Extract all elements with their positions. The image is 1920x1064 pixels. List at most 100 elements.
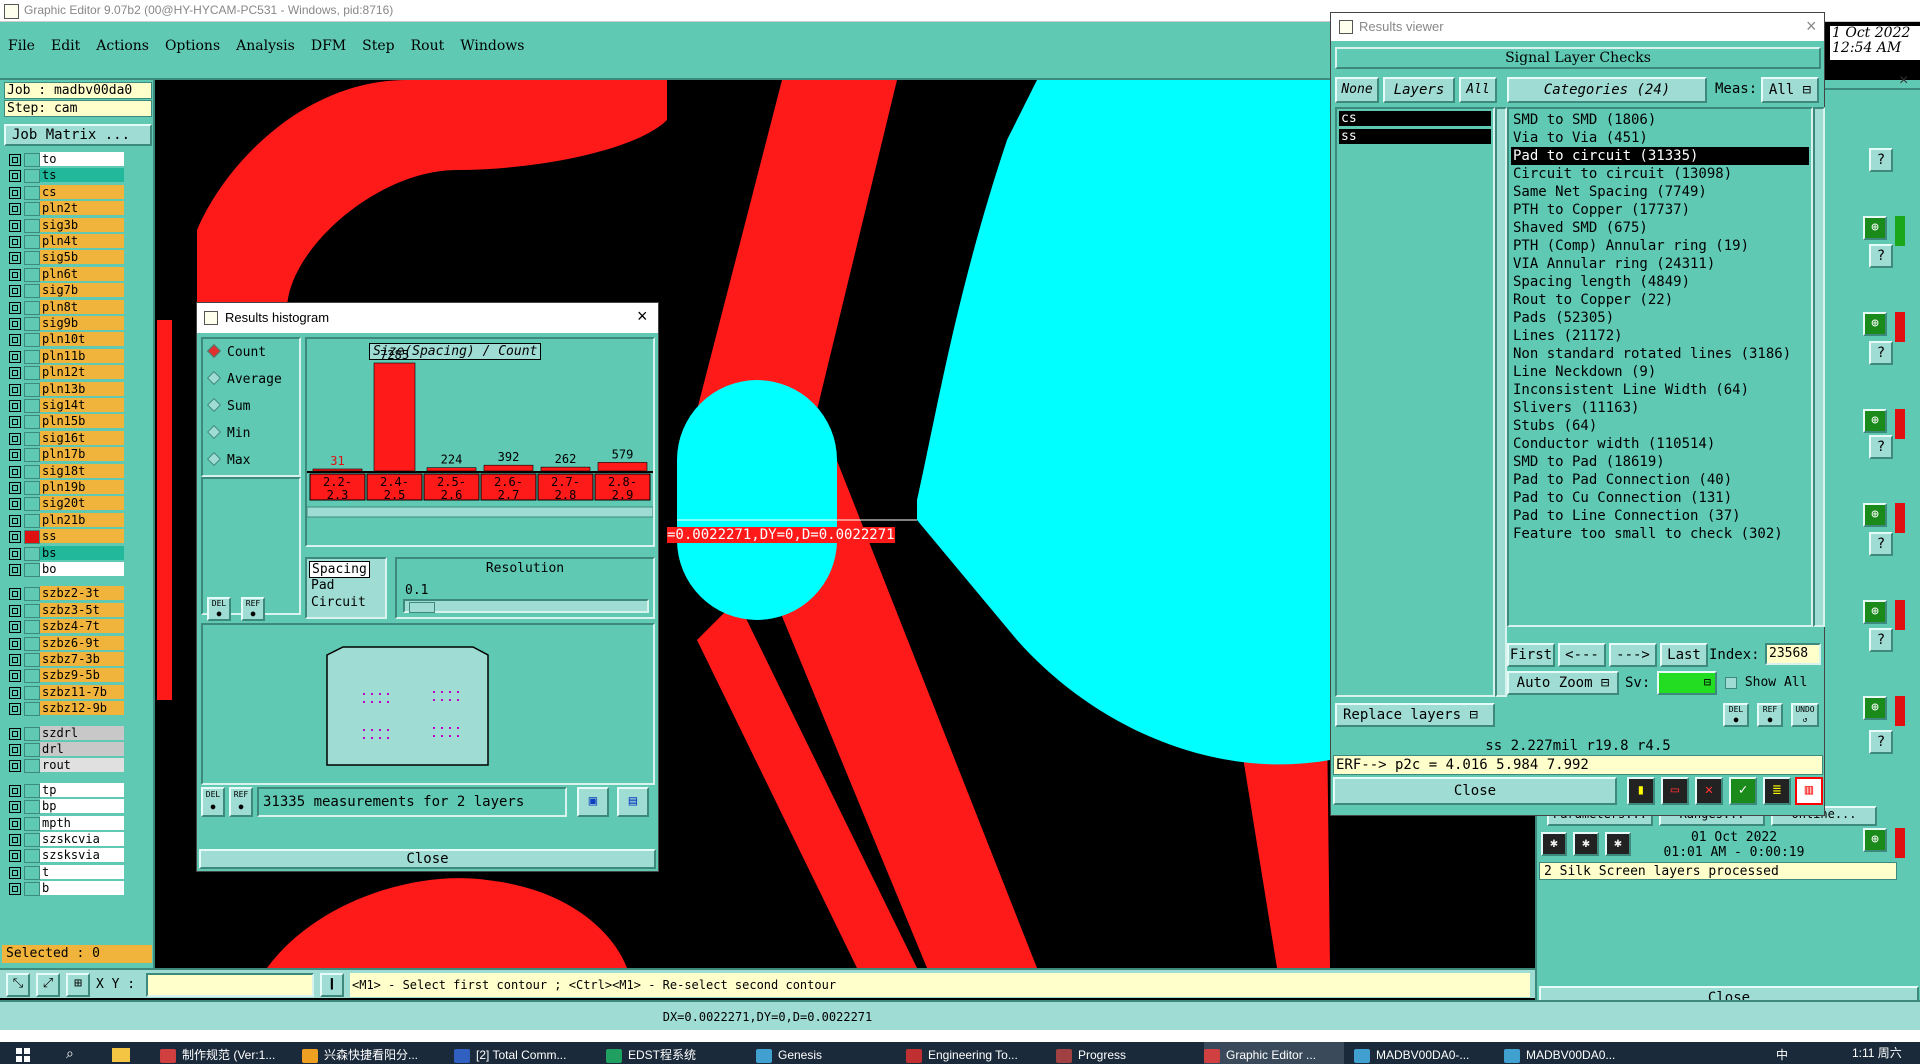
help-icon[interactable]: ? bbox=[1869, 628, 1893, 652]
layer-checkbox[interactable] bbox=[9, 318, 21, 330]
layer-checkbox[interactable] bbox=[9, 252, 21, 265]
layer-checkbox[interactable] bbox=[9, 670, 21, 683]
nav-button-0[interactable]: First bbox=[1507, 643, 1555, 667]
layer-checkbox[interactable] bbox=[9, 588, 21, 601]
layer-row-cs[interactable]: cs bbox=[6, 184, 124, 200]
export-list-icon[interactable]: ▤ bbox=[617, 787, 649, 817]
index-input[interactable]: 23568 bbox=[1765, 643, 1821, 665]
category-item[interactable]: Via to Via (451) bbox=[1511, 129, 1648, 147]
menu-analysis[interactable]: Analysis bbox=[236, 38, 295, 54]
layer-checkbox[interactable] bbox=[9, 154, 21, 166]
layer-select-list[interactable]: cs ss bbox=[1335, 107, 1495, 697]
layer-row-sig3b[interactable]: sig3b bbox=[6, 217, 124, 233]
layer-row-bs[interactable]: bs bbox=[6, 545, 124, 561]
layer-row-drl[interactable]: drl bbox=[6, 742, 124, 757]
taskbar-app[interactable]: 兴森快捷看阳分... bbox=[302, 1042, 442, 1064]
resolution-slider[interactable] bbox=[403, 599, 649, 613]
layer-row-pln8t[interactable]: pln8t bbox=[6, 299, 124, 315]
layer-checkbox[interactable] bbox=[9, 817, 21, 830]
ime-indicator[interactable]: 中 bbox=[1776, 1046, 1788, 1063]
histogram-del-button[interactable]: DEL ● bbox=[207, 597, 231, 621]
layer-row-szbz2-3t[interactable]: szbz2-3t bbox=[6, 586, 124, 602]
layer-checkbox[interactable] bbox=[9, 866, 21, 879]
viewer-undo-button[interactable]: UNDO ↺ bbox=[1791, 703, 1819, 727]
category-item[interactable]: Rout to Copper (22) bbox=[1511, 291, 1673, 309]
layer-row-b[interactable]: b bbox=[6, 881, 124, 897]
category-item[interactable]: Conductor width (110514) bbox=[1511, 435, 1715, 453]
taskbar-app[interactable]: Graphic Editor ... bbox=[1204, 1042, 1344, 1064]
viewer-close-icon[interactable]: × bbox=[1806, 16, 1817, 37]
layer-checkbox[interactable] bbox=[9, 219, 21, 232]
histogram-close-icon[interactable]: × bbox=[637, 306, 648, 327]
layer-row-tp[interactable]: tp bbox=[6, 782, 124, 798]
run-action-icon[interactable]: ✱ bbox=[1541, 832, 1567, 856]
layer-list-scrollbar[interactable] bbox=[1495, 107, 1507, 697]
category-item[interactable]: Lines (21172) bbox=[1511, 327, 1623, 345]
layer-checkbox[interactable] bbox=[9, 482, 21, 494]
layer-row-ts[interactable]: ts bbox=[6, 168, 124, 184]
menu-step[interactable]: Step bbox=[362, 38, 394, 54]
run-action-icon[interactable]: ✱ bbox=[1573, 832, 1599, 856]
layer-row-pln15b[interactable]: pln15b bbox=[6, 414, 124, 430]
layer-row-pln19b[interactable]: pln19b bbox=[6, 480, 124, 495]
layer-checkbox[interactable] bbox=[9, 703, 21, 716]
menu-windows[interactable]: Windows bbox=[460, 38, 524, 54]
back-panel-close-x[interactable]: × bbox=[1899, 72, 1908, 90]
layer-checkbox[interactable] bbox=[9, 547, 21, 560]
histogram-bar[interactable] bbox=[312, 468, 363, 472]
zoom-icon[interactable]: ⊕ bbox=[1863, 409, 1887, 433]
taskbar-app[interactable]: Progress bbox=[1056, 1042, 1196, 1064]
category-item[interactable]: Line Neckdown (9) bbox=[1511, 363, 1656, 381]
layer-row-sig5b[interactable]: sig5b bbox=[6, 250, 124, 266]
nav-button-3[interactable]: Last bbox=[1660, 643, 1708, 667]
highlight-icon[interactable]: ▮ bbox=[1627, 777, 1655, 805]
mode-radio-max[interactable]: Max bbox=[206, 451, 250, 471]
layer-row-szbz12-9b[interactable]: szbz12-9b bbox=[6, 701, 124, 717]
category-list[interactable]: SMD to SMD (1806) Via to Via (451) Pad to … bbox=[1507, 107, 1813, 627]
viewer-del-button[interactable]: DEL ● bbox=[1723, 703, 1749, 727]
category-item[interactable]: Circuit to circuit (13098) bbox=[1511, 165, 1732, 183]
category-item[interactable]: Inconsistent Line Width (64) bbox=[1511, 381, 1749, 399]
layer-checkbox[interactable] bbox=[9, 564, 21, 576]
layer-checkbox[interactable] bbox=[9, 186, 21, 199]
menu-actions[interactable]: Actions bbox=[96, 38, 149, 54]
layers-none-button[interactable]: None bbox=[1335, 77, 1379, 103]
category-scrollbar[interactable] bbox=[1813, 107, 1825, 627]
preview-del-button[interactable]: DEL ● bbox=[201, 787, 225, 817]
search-icon[interactable]: ⌕ bbox=[66, 1046, 74, 1062]
layer-checkbox[interactable] bbox=[9, 850, 21, 863]
help-icon[interactable]: ? bbox=[1869, 148, 1893, 172]
category-item[interactable]: Pad to Pad Connection (40) bbox=[1511, 471, 1732, 489]
xy-input[interactable] bbox=[146, 973, 314, 997]
layers-all-button[interactable]: All bbox=[1459, 77, 1497, 103]
histogram-close-button[interactable]: Close bbox=[199, 849, 656, 869]
preview-ref-button[interactable]: REF ● bbox=[229, 787, 253, 817]
category-item[interactable]: Feature too small to check (302) bbox=[1511, 525, 1783, 543]
layer-checkbox[interactable] bbox=[9, 203, 21, 216]
measure-type-item[interactable]: Pad bbox=[309, 578, 336, 593]
taskbar-app[interactable]: [2] Total Comm... bbox=[454, 1042, 594, 1064]
layer-checkbox[interactable] bbox=[9, 637, 21, 650]
tool-icon-3[interactable]: ⊞ bbox=[66, 973, 90, 997]
layer-row-szbz3-5t[interactable]: szbz3-5t bbox=[6, 602, 124, 618]
taskbar-app[interactable]: 制作规范 (Ver:1... bbox=[160, 1042, 300, 1064]
report-icon[interactable]: ≣ bbox=[1763, 777, 1791, 805]
category-item[interactable]: Pad to Line Connection (37) bbox=[1511, 507, 1741, 525]
layer-checkbox[interactable] bbox=[9, 236, 21, 248]
category-item[interactable]: SMD to Pad (18619) bbox=[1511, 453, 1665, 471]
mode-radio-min[interactable]: Min bbox=[206, 424, 250, 444]
taskbar-app[interactable]: Genesis bbox=[756, 1042, 896, 1064]
zoom-icon[interactable]: ⊕ bbox=[1863, 600, 1887, 624]
category-item[interactable]: Pad to Cu Connection (131) bbox=[1511, 489, 1732, 507]
help-icon[interactable]: ? bbox=[1869, 244, 1893, 268]
zoom-icon[interactable]: ⊕ bbox=[1863, 216, 1887, 240]
zoom-icon[interactable]: ⊕ bbox=[1863, 312, 1887, 336]
accept-icon[interactable]: ✓ bbox=[1729, 777, 1757, 805]
layer-row-bp[interactable]: bp bbox=[6, 799, 124, 815]
layer-row-sig9b[interactable]: sig9b bbox=[6, 316, 124, 331]
layer-checkbox[interactable] bbox=[9, 801, 21, 814]
measure-type-item[interactable]: Spacing bbox=[309, 561, 370, 578]
measure-type-list[interactable]: Spacing Pad Circuit bbox=[305, 557, 387, 619]
layer-row-szsksvia[interactable]: szsksvia bbox=[6, 848, 124, 864]
layer-checkbox[interactable] bbox=[9, 498, 21, 511]
